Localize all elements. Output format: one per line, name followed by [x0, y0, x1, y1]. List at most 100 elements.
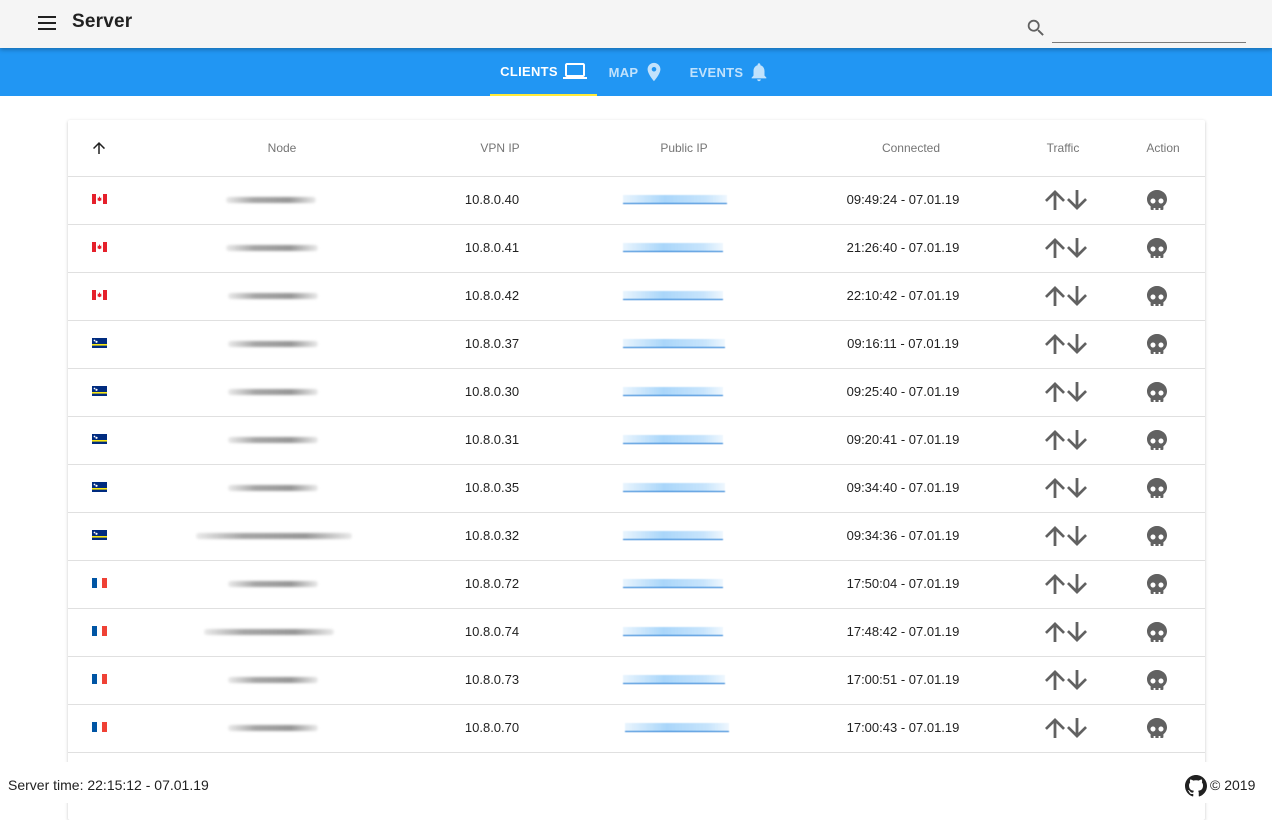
table-row: 10.8.0.74 17:48:42 - 07.01.19: [68, 608, 1205, 657]
connected-time-cell: 09:25:40 - 07.01.19: [846, 384, 960, 399]
table-row: 10.8.0.73 17:00:51 - 07.01.19: [68, 656, 1205, 705]
node-name-redacted: [228, 725, 318, 731]
traffic-arrows-icon[interactable]: [1044, 285, 1088, 307]
connected-time-cell: 21:26:40 - 07.01.19: [846, 240, 960, 255]
skull-icon[interactable]: [1145, 524, 1169, 548]
vpn-ip-cell: 10.8.0.32: [464, 528, 520, 543]
vpn-ip-cell: 10.8.0.37: [464, 336, 520, 351]
search-icon[interactable]: [1025, 17, 1047, 39]
traffic-arrows-icon[interactable]: [1044, 189, 1088, 211]
tab-events-label: EVENTS: [689, 64, 744, 80]
tab-map-label: MAP: [608, 64, 639, 80]
node-name-redacted: [204, 629, 334, 635]
table-row: 10.8.0.31 09:20:41 - 07.01.19: [68, 416, 1205, 465]
skull-icon[interactable]: [1145, 668, 1169, 692]
flag-fr-icon: [92, 671, 107, 684]
table-row: 10.8.0.32 09:34:36 - 07.01.19: [68, 512, 1205, 561]
tab-map[interactable]: MAP: [598, 48, 676, 96]
tab-clients[interactable]: CLIENTS: [490, 48, 597, 96]
traffic-arrows-icon[interactable]: [1044, 669, 1088, 691]
skull-icon[interactable]: [1145, 572, 1169, 596]
skull-icon[interactable]: [1145, 380, 1169, 404]
footer: Server time: 22:15:12 - 07.01.19 © 2019: [0, 762, 1272, 803]
table-row: 10.8.0.72 17:50:04 - 07.01.19: [68, 560, 1205, 609]
vpn-ip-cell: 10.8.0.41: [464, 240, 520, 255]
connected-time-cell: 17:50:04 - 07.01.19: [846, 576, 960, 591]
bell-icon: [752, 63, 767, 82]
flag-cw-icon: [92, 335, 107, 348]
arrow-up-icon[interactable]: [90, 139, 108, 157]
public-ip-link-redacted[interactable]: [623, 483, 725, 492]
column-header-connected[interactable]: Connected: [861, 120, 961, 176]
skull-icon[interactable]: [1145, 620, 1169, 644]
traffic-arrows-icon[interactable]: [1044, 477, 1088, 499]
vpn-ip-cell: 10.8.0.30: [464, 384, 520, 399]
skull-icon[interactable]: [1145, 284, 1169, 308]
tab-clients-label: CLIENTS: [500, 63, 558, 79]
connected-time-cell: 17:00:51 - 07.01.19: [846, 672, 960, 687]
node-name-redacted: [228, 341, 318, 347]
skull-icon[interactable]: [1145, 476, 1169, 500]
vpn-ip-cell: 10.8.0.35: [464, 480, 520, 495]
flag-fr-icon: [92, 719, 107, 732]
public-ip-link-redacted[interactable]: [623, 387, 723, 396]
public-ip-link-redacted[interactable]: [625, 723, 729, 732]
tab-events[interactable]: EVENTS: [680, 48, 780, 96]
node-name-redacted: [228, 437, 318, 443]
table-row: 10.8.0.42 22:10:42 - 07.01.19: [68, 272, 1205, 321]
skull-icon[interactable]: [1145, 332, 1169, 356]
node-name-redacted: [228, 581, 318, 587]
traffic-arrows-icon[interactable]: [1044, 429, 1088, 451]
traffic-arrows-icon[interactable]: [1044, 717, 1088, 739]
table-row: 10.8.0.37 09:16:11 - 07.01.19: [68, 320, 1205, 369]
public-ip-link-redacted[interactable]: [623, 243, 723, 252]
table-header: Node VPN IP Public IP Connected Traffic …: [68, 120, 1205, 177]
skull-icon[interactable]: [1145, 716, 1169, 740]
flag-ca-icon: [92, 287, 107, 300]
vpn-ip-cell: 10.8.0.40: [464, 192, 520, 207]
connected-time-cell: 22:10:42 - 07.01.19: [846, 288, 960, 303]
public-ip-link-redacted[interactable]: [623, 435, 723, 444]
table-row: 10.8.0.30 09:25:40 - 07.01.19: [68, 368, 1205, 417]
table-row: 10.8.0.70 17:00:43 - 07.01.19: [68, 704, 1205, 753]
traffic-arrows-icon[interactable]: [1044, 381, 1088, 403]
skull-icon[interactable]: [1145, 236, 1169, 260]
public-ip-link-redacted[interactable]: [623, 531, 723, 540]
traffic-arrows-icon[interactable]: [1044, 333, 1088, 355]
public-ip-link-redacted[interactable]: [623, 675, 725, 684]
server-time: Server time: 22:15:12 - 07.01.19: [8, 777, 209, 793]
flag-ca-icon: [92, 191, 107, 204]
traffic-arrows-icon[interactable]: [1044, 525, 1088, 547]
vpn-ip-cell: 10.8.0.42: [464, 288, 520, 303]
copyright: © 2019: [1210, 777, 1256, 793]
column-header-public-ip[interactable]: Public IP: [634, 120, 734, 176]
column-header-traffic: Traffic: [1046, 141, 1080, 155]
public-ip-link-redacted[interactable]: [623, 291, 723, 300]
skull-icon[interactable]: [1145, 428, 1169, 452]
public-ip-link-redacted[interactable]: [623, 339, 725, 348]
connected-time-cell: 17:48:42 - 07.01.19: [846, 624, 960, 639]
skull-icon[interactable]: [1145, 188, 1169, 212]
map-pin-icon: [647, 62, 661, 82]
node-name-redacted: [226, 245, 318, 251]
flag-fr-icon: [92, 575, 107, 588]
connected-time-cell: 17:00:43 - 07.01.19: [846, 720, 960, 735]
column-header-node[interactable]: Node: [232, 120, 332, 176]
column-header-action: Action: [1146, 141, 1180, 155]
laptop-icon: [562, 63, 587, 79]
public-ip-link-redacted[interactable]: [623, 627, 723, 636]
search-input[interactable]: [1052, 14, 1246, 43]
traffic-arrows-icon[interactable]: [1044, 621, 1088, 643]
node-name-redacted: [226, 197, 316, 203]
traffic-arrows-icon[interactable]: [1044, 237, 1088, 259]
node-name-redacted: [196, 533, 352, 539]
vpn-ip-cell: 10.8.0.72: [464, 576, 520, 591]
public-ip-link-redacted[interactable]: [623, 195, 727, 204]
clients-table-card: Node VPN IP Public IP Connected Traffic …: [68, 120, 1205, 820]
github-icon[interactable]: [1185, 775, 1207, 797]
column-header-vpn-ip[interactable]: VPN IP: [450, 120, 550, 176]
table-row: 10.8.0.35 09:34:40 - 07.01.19: [68, 464, 1205, 513]
menu-icon[interactable]: [36, 14, 60, 34]
public-ip-link-redacted[interactable]: [623, 579, 723, 588]
traffic-arrows-icon[interactable]: [1044, 573, 1088, 595]
